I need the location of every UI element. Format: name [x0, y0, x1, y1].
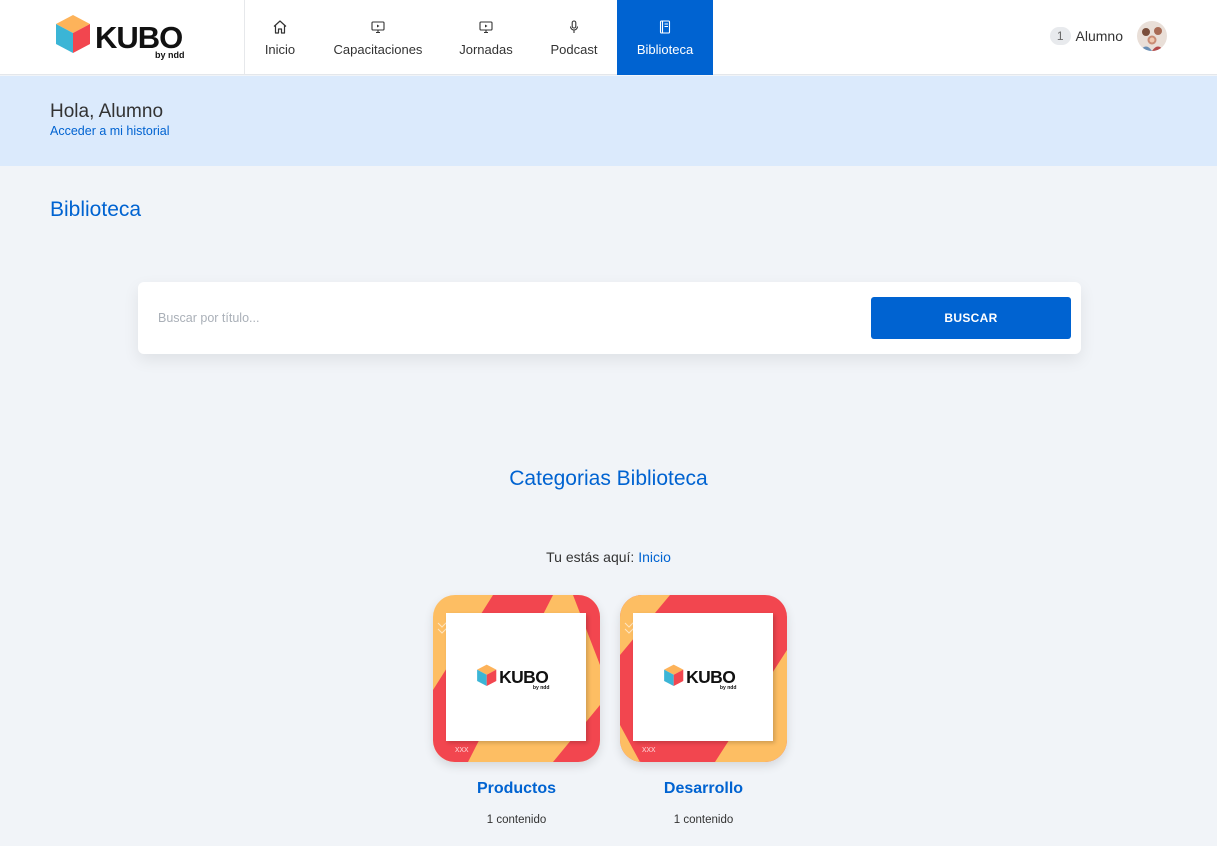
category-image-kubo-logo: KUBO by ndd [633, 613, 773, 741]
search-input[interactable] [158, 302, 838, 334]
categories-title: Categorias Biblioteca [509, 467, 708, 490]
nav-item-capacitaciones[interactable]: Capacitaciones [315, 0, 441, 75]
nav-label: Inicio [264, 41, 296, 57]
category-name[interactable]: Desarrollo [620, 780, 787, 798]
svg-text:by ndd: by ndd [155, 50, 185, 60]
nav-item-podcast[interactable]: Podcast [531, 0, 617, 75]
microphone-icon [569, 19, 579, 33]
nav-item-jornadas[interactable]: Jornadas [441, 0, 531, 75]
category-card-desarrollo[interactable]: xxx KUBO by ndd Desarrollo 1 contenido [620, 595, 787, 826]
category-name[interactable]: Productos [433, 780, 600, 798]
breadcrumb-link-inicio[interactable]: Inicio [638, 549, 671, 565]
main-nav: Inicio Capacitaciones Jornadas Podcast B… [245, 0, 713, 75]
top-header: KUBO by ndd Inicio Capacitaciones Jornad… [0, 0, 1217, 75]
home-icon [273, 19, 287, 34]
history-link[interactable]: Acceder a mi historial [50, 124, 170, 138]
svg-text:xxx: xxx [455, 744, 469, 754]
search-card: BUSCAR [138, 282, 1081, 354]
svg-text:by ndd: by ndd [720, 685, 737, 691]
category-image-kubo-logo: KUBO by ndd [446, 613, 586, 741]
greeting-banner: Hola, Alumno Acceder a mi historial [0, 76, 1217, 166]
monitor-play-icon [371, 20, 385, 33]
avatar[interactable] [1137, 21, 1167, 51]
category-thumbnail[interactable]: xxx KUBO by ndd [620, 595, 787, 762]
nav-label: Jornadas [459, 41, 513, 57]
user-name[interactable]: Alumno [1076, 28, 1123, 44]
breadcrumb: Tu estás aquí: Inicio [0, 549, 1217, 565]
book-icon [659, 19, 671, 34]
kubo-logo[interactable]: KUBO by ndd [54, 13, 196, 61]
page-title: Biblioteca [50, 198, 142, 221]
search-button[interactable]: BUSCAR [871, 297, 1071, 339]
nav-label: Capacitaciones [333, 41, 423, 57]
nav-label: Biblioteca [636, 41, 694, 57]
svg-text:by ndd: by ndd [533, 685, 550, 691]
monitor-play-icon [479, 20, 493, 33]
greeting-title: Hola, Alumno [50, 101, 164, 122]
nav-label: Podcast [550, 41, 598, 57]
svg-text:KUBO: KUBO [686, 667, 735, 687]
breadcrumb-prefix: Tu estás aquí: [546, 549, 635, 565]
category-count: 1 contenido [486, 814, 547, 826]
nav-item-biblioteca[interactable]: Biblioteca [617, 0, 713, 75]
category-thumbnail[interactable]: xxx KUBO by ndd [433, 595, 600, 762]
nav-item-inicio[interactable]: Inicio [245, 0, 315, 75]
notification-badge[interactable]: 1 [1049, 27, 1071, 45]
svg-text:KUBO: KUBO [499, 667, 548, 687]
category-count: 1 contenido [673, 814, 734, 826]
user-menu[interactable]: 1 Alumno [1049, 20, 1167, 52]
category-card-productos[interactable]: xxx KUBO by ndd Productos 1 contenido [433, 595, 600, 826]
svg-text:xxx: xxx [642, 744, 656, 754]
